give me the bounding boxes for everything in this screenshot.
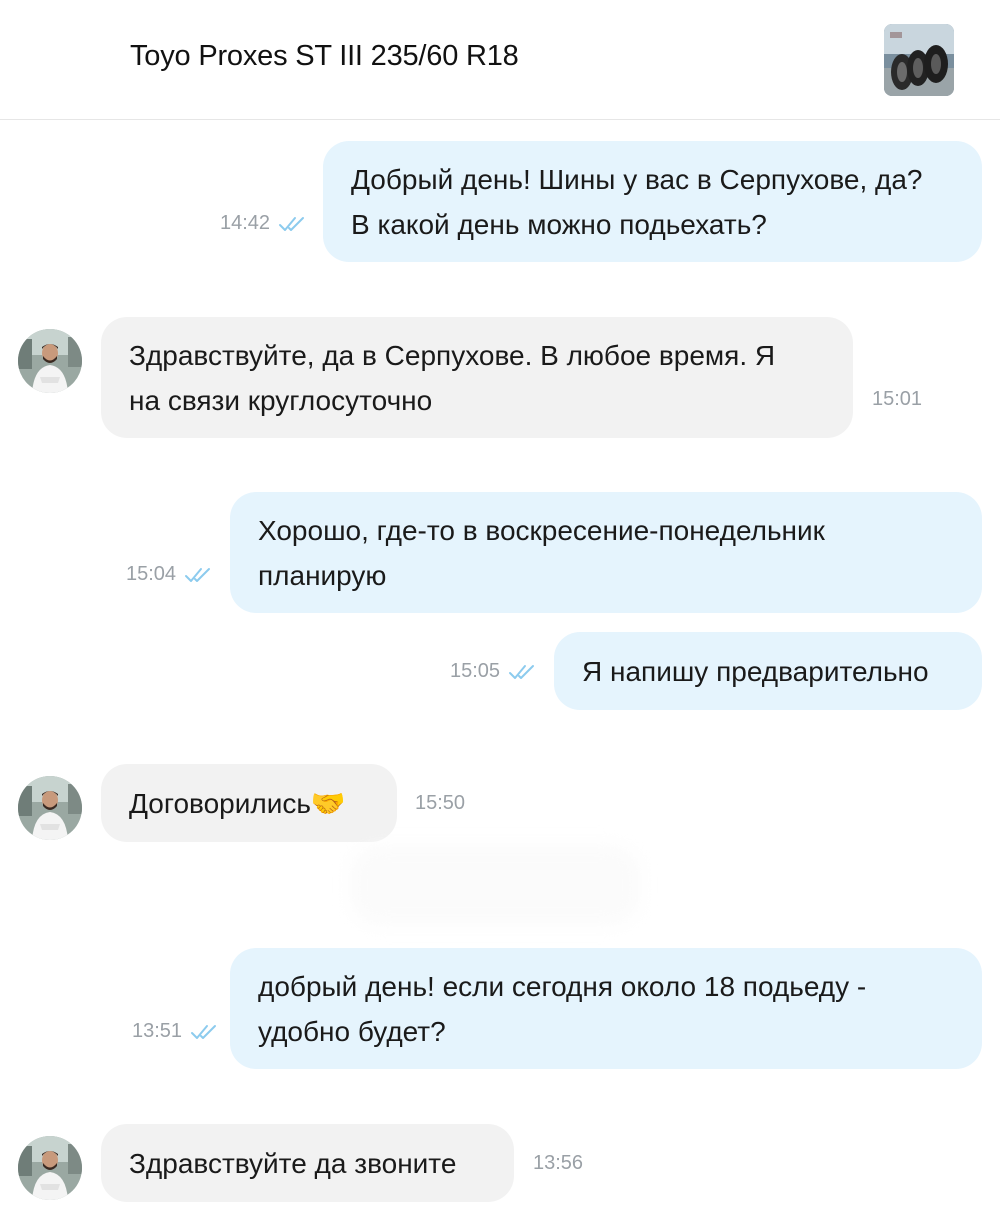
message-bubble[interactable]: добрый день! если сегодня около 18 подье… xyxy=(230,948,982,1069)
message-bubble[interactable]: Я напишу предварительно xyxy=(554,632,982,710)
message-time: 15:04 xyxy=(126,563,177,585)
message-meta: 15:04 xyxy=(126,563,212,586)
message-time: 14:42 xyxy=(220,212,271,234)
avatar[interactable] xyxy=(18,776,82,840)
message-time: 15:01 xyxy=(872,388,923,410)
message-meta: 15:50 xyxy=(415,792,465,815)
message-text: Здравствуйте да звоните xyxy=(129,1147,457,1179)
double-check-icon xyxy=(279,216,305,231)
message-meta: 15:05 xyxy=(450,660,536,683)
message-bubble[interactable]: Договорились🤝 xyxy=(101,764,397,842)
message-text: Договорились🤝 xyxy=(129,787,346,819)
message-bubble[interactable]: Добрый день! Шины у вас в Серпухове, да?… xyxy=(323,141,982,262)
message-meta: 14:42 xyxy=(220,212,306,235)
double-check-icon xyxy=(185,567,211,582)
message-time: 15:05 xyxy=(450,660,501,682)
double-check-icon xyxy=(509,664,535,679)
message-text: Хорошо, где-то в воскресение-понедельник… xyxy=(258,514,825,591)
double-check-icon xyxy=(191,1024,217,1039)
listing-title[interactable]: Toyo Proxes ST III 235/60 R18 xyxy=(130,40,519,73)
message-meta: 13:51 xyxy=(132,1020,218,1043)
chat-header: Toyo Proxes ST III 235/60 R18 xyxy=(0,0,1000,120)
message-meta: 15:01 xyxy=(872,388,922,411)
message-bubble[interactable]: Хорошо, где-то в воскресение-понедельник… xyxy=(230,492,982,613)
message-text: Здравствуйте, да в Серпухове. В любое вр… xyxy=(129,339,776,416)
message-bubble[interactable]: Здравствуйте, да в Серпухове. В любое вр… xyxy=(101,317,853,438)
message-text: Я напишу предварительно xyxy=(582,655,929,687)
message-time: 13:51 xyxy=(132,1020,183,1042)
message-time: 13:56 xyxy=(533,1152,584,1174)
message-text: добрый день! если сегодня около 18 подье… xyxy=(258,970,867,1047)
faded-date-separator xyxy=(350,845,640,925)
avatar[interactable] xyxy=(18,329,82,393)
message-time: 15:50 xyxy=(415,792,466,814)
message-meta: 13:56 xyxy=(533,1152,583,1175)
message-text: Добрый день! Шины у вас в Серпухове, да?… xyxy=(351,163,923,240)
avatar[interactable] xyxy=(18,1136,82,1200)
listing-thumbnail[interactable] xyxy=(884,24,954,96)
message-bubble[interactable]: Здравствуйте да звоните xyxy=(101,1124,514,1202)
